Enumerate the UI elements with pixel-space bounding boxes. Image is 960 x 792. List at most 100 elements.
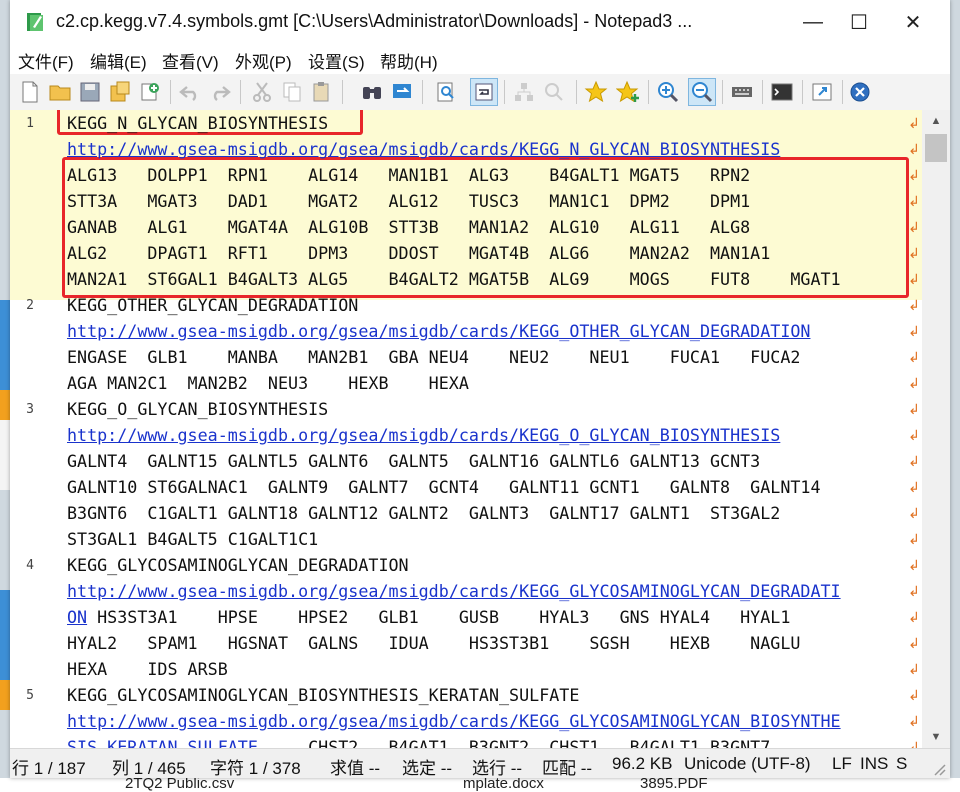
code-line[interactable]: MAN2A1 ST6GAL1 B4GALT3 ALG5 B4GALT2 MGAT… [67, 266, 841, 292]
code-line[interactable]: GALNT4 GALNT15 GALNTL5 GALNT6 GALNT5 GAL… [67, 448, 760, 474]
code-line[interactable]: ALG2 DPAGT1 RFT1 DPM3 DDOST MGAT4B ALG6 … [67, 240, 770, 266]
minimize-button[interactable]: — [790, 0, 836, 44]
code-line[interactable]: HEXA IDS ARSB [67, 656, 228, 682]
code-line-url[interactable]: http://www.gsea-msigdb.org/gsea/msigdb/c… [67, 578, 841, 604]
menu-settings[interactable]: 设置(S) [308, 48, 365, 73]
undo-icon[interactable] [176, 78, 204, 106]
code-line[interactable]: KEGG_GLYCOSAMINOGLYCAN_BIOSYNTHESIS_KERA… [67, 682, 579, 708]
status-eol[interactable]: LF [832, 754, 852, 774]
line-text: GALNT10 ST6GALNAC1 GALNT9 GALNT7 GCNT4 G… [67, 477, 821, 497]
wrap-arrow-icon: ↲ [908, 167, 920, 183]
menu-edit[interactable]: 编辑(E) [90, 48, 147, 73]
menu-file[interactable]: 文件(F) [18, 48, 74, 73]
exit-icon[interactable] [846, 78, 874, 106]
code-line[interactable]: STT3A MGAT3 DAD1 MGAT2 ALG12 TUSC3 MAN1C… [67, 188, 750, 214]
status-more[interactable]: S [896, 754, 907, 774]
word-wrap-icon[interactable] [470, 78, 498, 106]
zoom-in-icon[interactable] [654, 78, 682, 106]
mark-all-icon[interactable] [510, 78, 538, 106]
scroll-thumb[interactable] [925, 134, 947, 162]
code-line-url[interactable]: http://www.gsea-msigdb.org/gsea/msigdb/c… [67, 422, 780, 448]
desktop-file-3[interactable]: 3895.PDF [640, 778, 708, 792]
code-line-url[interactable]: ON HS3ST3A1 HPSE HPSE2 GLB1 GUSB HYAL3 G… [67, 604, 790, 630]
status-match[interactable]: 匹配 -- [542, 754, 592, 778]
favorites-icon[interactable] [582, 78, 610, 106]
toolbar-separator [240, 80, 241, 104]
code-line[interactable]: GANAB ALG1 MGAT4A ALG10B STT3B MAN1A2 AL… [67, 214, 750, 240]
code-line[interactable]: AGA MAN2C1 MAN2B2 NEU3 HEXB HEXA [67, 370, 469, 396]
toolbar-separator [762, 80, 763, 104]
code-line-url[interactable]: http://www.gsea-msigdb.org/gsea/msigdb/c… [67, 318, 810, 344]
redo-icon[interactable] [206, 78, 234, 106]
code-line[interactable]: KEGG_N_GLYCAN_BIOSYNTHESIS [67, 110, 328, 136]
title-bar[interactable]: c2.cp.kegg.v7.4.symbols.gmt [C:\Users\Ad… [10, 0, 950, 44]
wrap-arrow-icon: ↲ [908, 531, 920, 547]
hyperlink[interactable]: http://www.gsea-msigdb.org/gsea/msigdb/c… [67, 711, 841, 731]
pin-icon[interactable] [808, 78, 836, 106]
toolbar-separator [422, 80, 423, 104]
copy-icon[interactable] [278, 78, 306, 106]
code-line[interactable]: KEGG_GLYCOSAMINOGLYCAN_DEGRADATION [67, 552, 409, 578]
code-line-url[interactable]: http://www.gsea-msigdb.org/gsea/msigdb/c… [67, 708, 841, 734]
desktop-file-1[interactable]: 2TQ2 Public.csv [125, 778, 234, 792]
hyperlink[interactable]: http://www.gsea-msigdb.org/gsea/msigdb/c… [67, 425, 780, 445]
status-ins[interactable]: INS [860, 754, 888, 774]
editor-area[interactable]: 1 2 3 4 5 KEGG_N_GLYCAN_BIOSYNTHESIS ↲ http://… [10, 110, 922, 748]
status-selected-lines[interactable]: 选行 -- [472, 754, 522, 778]
wrap-arrow-icon: ↲ [908, 193, 920, 209]
vertical-scrollbar[interactable]: ▲ ▼ [922, 110, 950, 748]
menu-appearance[interactable]: 外观(P) [235, 48, 292, 73]
save-as-icon[interactable] [106, 78, 134, 106]
hyperlink[interactable]: http://www.gsea-msigdb.org/gsea/msigdb/c… [67, 321, 810, 341]
code-line[interactable]: HYAL2 SPAM1 HGSNAT GALNS IDUA HS3ST3B1 S… [67, 630, 800, 656]
resize-grip-icon[interactable] [932, 762, 946, 776]
save-copy-icon[interactable] [136, 78, 164, 106]
hyperlink[interactable]: SIS_KERATAN_SULFATE [67, 737, 258, 748]
scroll-up-arrow-icon[interactable]: ▲ [922, 110, 950, 132]
line-text: CHST2 B4GAT1 B3GNT2 CHST1 B4GALT1 B3GNT7 [257, 737, 771, 748]
find-icon[interactable] [358, 78, 386, 106]
replace-icon[interactable] [388, 78, 416, 106]
code-line[interactable]: KEGG_O_GLYCAN_BIOSYNTHESIS [67, 396, 328, 422]
hyperlink[interactable]: http://www.gsea-msigdb.org/gsea/msigdb/c… [67, 139, 780, 159]
status-evaluate[interactable]: 求值 -- [330, 754, 380, 778]
find-in-files-icon[interactable] [432, 78, 460, 106]
code-line[interactable]: B3GNT6 C1GALT1 GALNT18 GALNT12 GALNT2 GA… [67, 500, 780, 526]
save-icon[interactable] [76, 78, 104, 106]
code-line[interactable]: ST3GAL1 B4GALT5 C1GALT1C1 [67, 526, 318, 552]
code-line[interactable]: GALNT10 ST6GALNAC1 GALNT9 GALNT7 GCNT4 G… [67, 474, 821, 500]
hyperlink[interactable]: ON [67, 607, 87, 627]
desktop-file-2[interactable]: mplate.docx [463, 778, 544, 792]
menu-view[interactable]: 查看(V) [162, 48, 219, 73]
goto-icon[interactable] [540, 78, 568, 106]
zoom-out-icon[interactable] [688, 78, 716, 106]
terminal-icon[interactable] [768, 78, 796, 106]
status-line[interactable]: 行 1 / 187 [12, 754, 86, 778]
status-selection[interactable]: 选定 -- [402, 754, 452, 778]
status-column[interactable]: 列 1 / 465 [112, 754, 186, 778]
line-number: 5 [26, 688, 34, 703]
code-line[interactable]: KEGG_OTHER_GLYCAN_DEGRADATION [67, 292, 358, 318]
new-file-icon[interactable] [16, 78, 44, 106]
code-line[interactable]: ALG13 DOLPP1 RPN1 ALG14 MAN1B1 ALG3 B4GA… [67, 162, 750, 188]
code-line[interactable]: ENGASE GLB1 MANBA MAN2B1 GBA NEU4 NEU2 N… [67, 344, 800, 370]
wrap-arrow-icon: ↲ [908, 687, 920, 703]
paste-icon[interactable] [308, 78, 336, 106]
notepad3-window: c2.cp.kegg.v7.4.symbols.gmt [C:\Users\Ad… [10, 0, 950, 778]
maximize-button[interactable]: ☐ [836, 0, 882, 44]
menu-help[interactable]: 帮助(H) [380, 48, 438, 73]
line-text: HS3ST3A1 HPSE HPSE2 GLB1 GUSB HYAL3 GNS … [87, 607, 791, 627]
open-folder-icon[interactable] [46, 78, 74, 106]
status-encoding[interactable]: Unicode (UTF-8) [684, 754, 811, 774]
close-button[interactable]: ✕ [890, 0, 936, 44]
encoding-icon[interactable] [728, 78, 756, 106]
status-char[interactable]: 字符 1 / 378 [210, 754, 301, 778]
cut-icon[interactable] [248, 78, 276, 106]
status-file-size[interactable]: 96.2 KB [612, 754, 673, 774]
scroll-down-arrow-icon[interactable]: ▼ [922, 726, 950, 748]
code-line-url[interactable]: SIS_KERATAN_SULFATE CHST2 B4GAT1 B3GNT2 … [67, 734, 770, 748]
line-text: ALG2 DPAGT1 RFT1 DPM3 DDOST MGAT4B ALG6 … [67, 243, 771, 263]
hyperlink[interactable]: http://www.gsea-msigdb.org/gsea/msigdb/c… [67, 581, 841, 601]
add-favorite-icon[interactable] [614, 78, 642, 106]
code-line-url[interactable]: http://www.gsea-msigdb.org/gsea/msigdb/c… [67, 136, 780, 162]
